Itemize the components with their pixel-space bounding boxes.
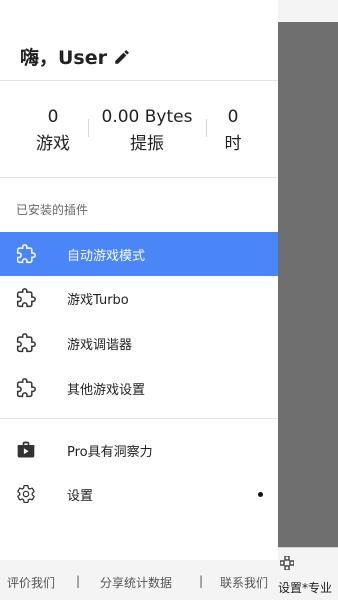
installed-plugins-title: 已安装的插件 <box>16 203 89 217</box>
divider <box>0 418 278 419</box>
menu-item-auto-game-mode[interactable]: 自动游戏模式 <box>0 232 278 276</box>
share-stats-link[interactable]: 分享统计数据 <box>100 574 172 591</box>
menu-item-label: 设置 <box>67 488 94 504</box>
menu-item-game-tuner[interactable]: 游戏调谐器 <box>0 321 278 365</box>
notification-dot <box>258 491 263 497</box>
menu-item-settings[interactable]: 设置 <box>0 472 278 516</box>
stat-time: 0 时 <box>218 105 248 159</box>
shop-bag-play-icon <box>17 441 35 458</box>
menu-item-game-turbo[interactable]: 游戏Turbo <box>0 276 278 320</box>
drawer-footer: 评价我们 | 分享统计数据 | 联系我们 <box>0 560 278 600</box>
puzzle-icon <box>16 333 36 353</box>
menu-item-other-game-settings[interactable]: 其他游戏设置 <box>0 366 278 410</box>
divider <box>0 177 278 178</box>
menu-item-label: 其他游戏设置 <box>67 382 146 398</box>
bottom-tab-label[interactable]: 设置*专业 <box>278 579 332 596</box>
footer-separator: | <box>76 574 81 588</box>
stat-games-value: 0 <box>47 107 59 127</box>
puzzle-icon <box>16 288 36 308</box>
stat-separator <box>88 119 89 137</box>
contact-us-link[interactable]: 联系我们 <box>220 574 268 591</box>
stat-games: 0 游戏 <box>33 105 73 159</box>
footer-separator: | <box>199 574 204 588</box>
stats-panel: 0 游戏 0.00 Bytes 提振 0 时 <box>0 105 278 165</box>
menu-item-label: 自动游戏模式 <box>67 248 146 264</box>
navigation-drawer: 嗨，User 0 游戏 0.00 Bytes 提振 0 时 已安装的插件 自动游… <box>0 0 278 600</box>
background-bottom-nav: 设置*专业 <box>278 547 338 600</box>
menu-item-label: 游戏Turbo <box>67 292 129 308</box>
stat-games-label: 游戏 <box>36 134 70 154</box>
menu-item-label: Pro具有洞察力 <box>67 444 153 460</box>
divider <box>0 80 278 81</box>
stat-separator <box>206 119 207 137</box>
edit-pencil-icon[interactable] <box>113 48 131 66</box>
puzzle-icon <box>16 244 36 264</box>
menu-item-label: 游戏调谐器 <box>67 337 133 353</box>
gamepad-icon <box>280 556 294 570</box>
stat-boost-label: 提振 <box>130 134 164 154</box>
drawer-header: 嗨，User <box>20 43 131 70</box>
puzzle-icon <box>16 378 36 398</box>
greeting-text: 嗨，User <box>20 47 107 69</box>
rate-us-link[interactable]: 评价我们 <box>7 574 55 591</box>
gear-icon <box>17 485 35 503</box>
stat-boost: 0.00 Bytes 提振 <box>97 105 197 159</box>
drawer-scrim[interactable] <box>278 22 338 547</box>
menu-item-pro-insights[interactable]: Pro具有洞察力 <box>0 428 278 472</box>
stat-time-value: 0 <box>227 107 239 127</box>
stat-time-label: 时 <box>224 134 242 154</box>
stat-boost-value: 0.00 Bytes <box>101 107 193 127</box>
